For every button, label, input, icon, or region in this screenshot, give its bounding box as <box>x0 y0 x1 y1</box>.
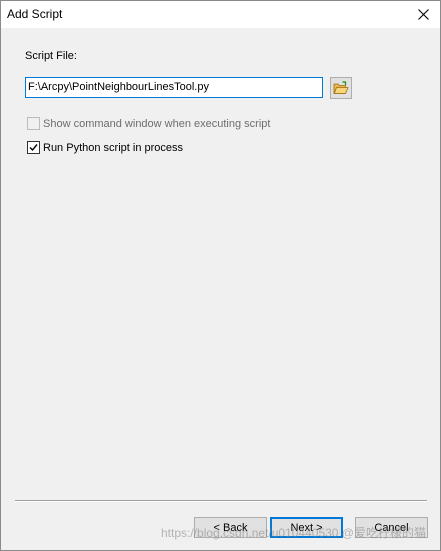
add-script-dialog: Add Script Script File: Show command win… <box>0 0 441 551</box>
checkmark-icon <box>29 144 38 152</box>
run-in-process-checkbox[interactable] <box>27 141 40 154</box>
run-in-process-option: Run Python script in process <box>27 141 183 154</box>
run-in-process-label: Run Python script in process <box>43 141 184 154</box>
next-button[interactable]: Next > <box>270 517 343 538</box>
script-file-input[interactable] <box>25 77 323 98</box>
close-icon <box>417 9 429 20</box>
browse-button[interactable] <box>330 77 352 99</box>
show-command-window-checkbox[interactable] <box>27 117 40 130</box>
footer-divider <box>15 500 427 502</box>
open-folder-icon <box>333 81 349 94</box>
show-command-window-label: Show command window when executing scrip… <box>43 117 271 130</box>
dialog-title: Add Script <box>7 7 63 21</box>
cancel-button[interactable]: Cancel <box>355 517 428 538</box>
close-button[interactable] <box>406 1 440 28</box>
script-file-label: Script File: <box>25 50 77 62</box>
title-bar: Add Script <box>1 1 440 28</box>
back-button[interactable]: < Back <box>194 517 267 538</box>
dialog-body: Script File: Show command window when ex… <box>1 28 440 550</box>
show-command-window-option: Show command window when executing scrip… <box>27 117 270 130</box>
